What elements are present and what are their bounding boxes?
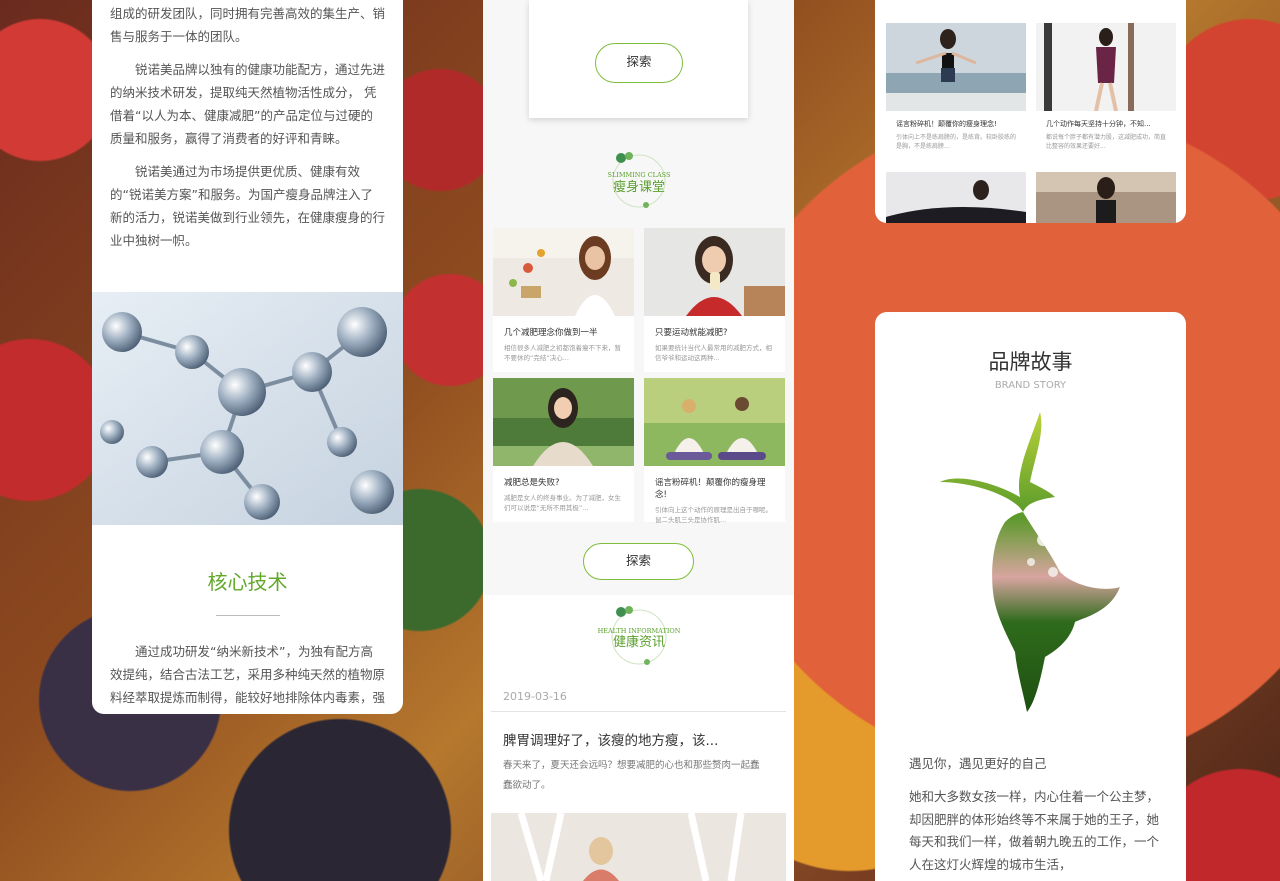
article-desc: 引体向上这个动作的原理是出自于哪呢。鼠二头肌三头是协作肌... [655,506,772,524]
explore-button[interactable]: 探索 [583,543,694,580]
article-desc: 减肥是女人的终身事业。为了减肥，女生们可以说是“无所不用其极”... [504,494,621,512]
about-card: 组成的研发团队，同时拥有完善高效的集生产、销售与服务于一体的团队。 锐诺美品牌以… [92,0,403,714]
article-card[interactable]: 几个动作每天坚持十分钟，不知... 都说每个胖子都有潜力股，这减肥成功，简直比整… [1036,23,1176,151]
article-card[interactable]: 只要运动就能减肥? 如果要统计当代人最常用的减肥方式，相信爷爷和运动这两种... [644,228,785,372]
product-box: 探索 [529,0,748,118]
article-desc: 相信很多人减肥之初都饱着瘦不下来，暂不要休的“完结”决心... [504,344,621,362]
brand-story-text: 她和大多数女孩一样，内心住着一个公主梦，却因肥胖的体形始终等不来属于她的王子，她… [909,789,1160,872]
flower-emblem-icon: HEALTH INFORMATION 健康资讯 [597,606,680,665]
article-card[interactable]: 减肥总是失败? 减肥是女人的终身事业。为了减肥，女生们可以说是“无所不用其极”.… [493,378,634,522]
news-date: 2019-03-16 [503,690,567,703]
article-desc: 如果要统计当代人最常用的减肥方式，相信爷爷和运动这两种... [655,344,772,362]
section-en-title: SLIMMING CLASS [607,171,670,179]
brand-story-title: 品牌故事 [988,350,1073,374]
divider [491,711,786,712]
slimming-card: 探索 SLIMMING CLASS 瘦身课堂 几个减肥理念你做到一半 相信很多人… [483,0,794,881]
about-paragraph: 组成的研发团队，同时拥有完善高效的集生产、销售与服务于一体的团队。 [110,6,386,44]
articles-card: 谣言粉碎机！颠覆你的瘦身理念! 引体向上不是练肩膀的，是练背。较卧胶练的是胸，不… [875,0,1186,223]
article-title: 谣言粉碎机！颠覆你的瘦身理念! [896,120,997,128]
slimming-heading: SLIMMING CLASS 瘦身课堂 [483,150,794,212]
article-image [644,228,785,316]
health-heading: HEALTH INFORMATION 健康资讯 [483,604,794,670]
section-cn-title: 瘦身课堂 [612,179,664,195]
brand-story-subtitle-en: BRAND STORY [994,380,1067,391]
molecule-image [92,292,403,525]
article-card[interactable]: 谣言粉碎机！颠覆你的瘦身理念! 引体向上不是练肩膀的，是练背。较卧胶练的是胸，不… [886,23,1026,151]
article-title: 减肥总是失败? [504,478,560,488]
article-title: 几个减肥理念你做到一半 [504,328,598,338]
article-card[interactable]: 几个减肥理念你做到一半 相信很多人减肥之初都饱着瘦不下来，暂不要休的“完结”决心… [493,228,634,372]
article-image [644,378,785,466]
about-paragraph: 锐诺美通过为市场提供更优质、健康有效的“锐诺美方案”和服务。为国产瘦身品牌注入了… [110,164,386,248]
news-image [491,813,786,881]
article-image [493,228,634,316]
article-title: 几个动作每天坚持十分钟，不知... [1046,120,1151,128]
article-image [1036,172,1176,223]
section-en-title: HEALTH INFORMATION [597,627,680,635]
article-title: 谣言粉碎机！颠覆你的瘦身理念! [655,478,766,500]
explore-button[interactable]: 探索 [595,43,683,83]
article-desc: 引体向上不是练肩膀的，是练背。较卧胶练的是胸，不是练肩膀... [896,134,1017,150]
section-cn-title: 健康资讯 [612,634,664,650]
title-divider [216,615,280,616]
core-tech-text: 通过成功研发“纳米新技术”，为独有配方高效提纯，结合古法工艺，采用多种纯天然的植… [110,644,386,714]
article-image [886,23,1026,111]
core-tech-title: 核心技术 [207,570,288,594]
news-desc: 春天来了，夏天还会远吗？想要减肥的心也和那些赘肉一起蠢蠢欲动了。 [503,760,760,791]
brand-story-card: 品牌故事 BRAND STORY 遇见你，遇见更好的自己 她和大多数女孩一样，内… [875,312,1186,881]
about-text: 组成的研发团队，同时拥有完善高效的集生产、销售与服务于一体的团队。 锐诺美品牌以… [92,2,403,252]
article-image [493,378,634,466]
news-title[interactable]: 脾胃调理好了，该瘦的地方瘦，该... [503,729,718,749]
article-card[interactable]: 谣言粉碎机！颠覆你的瘦身理念! 引体向上这个动作的原理是出自于哪呢。鼠二头肌三头… [644,378,785,524]
article-image [1036,23,1176,111]
article-title: 只要运动就能减肥? [655,328,728,338]
article-desc: 都说每个胖子都有潜力股，这减肥成功，简直比整容的效果还要好... [1046,134,1167,150]
article-image [886,172,1026,223]
flower-emblem-icon: SLIMMING CLASS 瘦身课堂 [607,152,670,208]
brand-story-tagline: 遇见你，遇见更好的自己 [909,756,1047,771]
dancer-silhouette-image [940,412,1120,712]
about-paragraph: 锐诺美品牌以独有的健康功能配方，通过先进的纳米技术研发，提取纯天然植物活性成分，… [110,62,386,146]
